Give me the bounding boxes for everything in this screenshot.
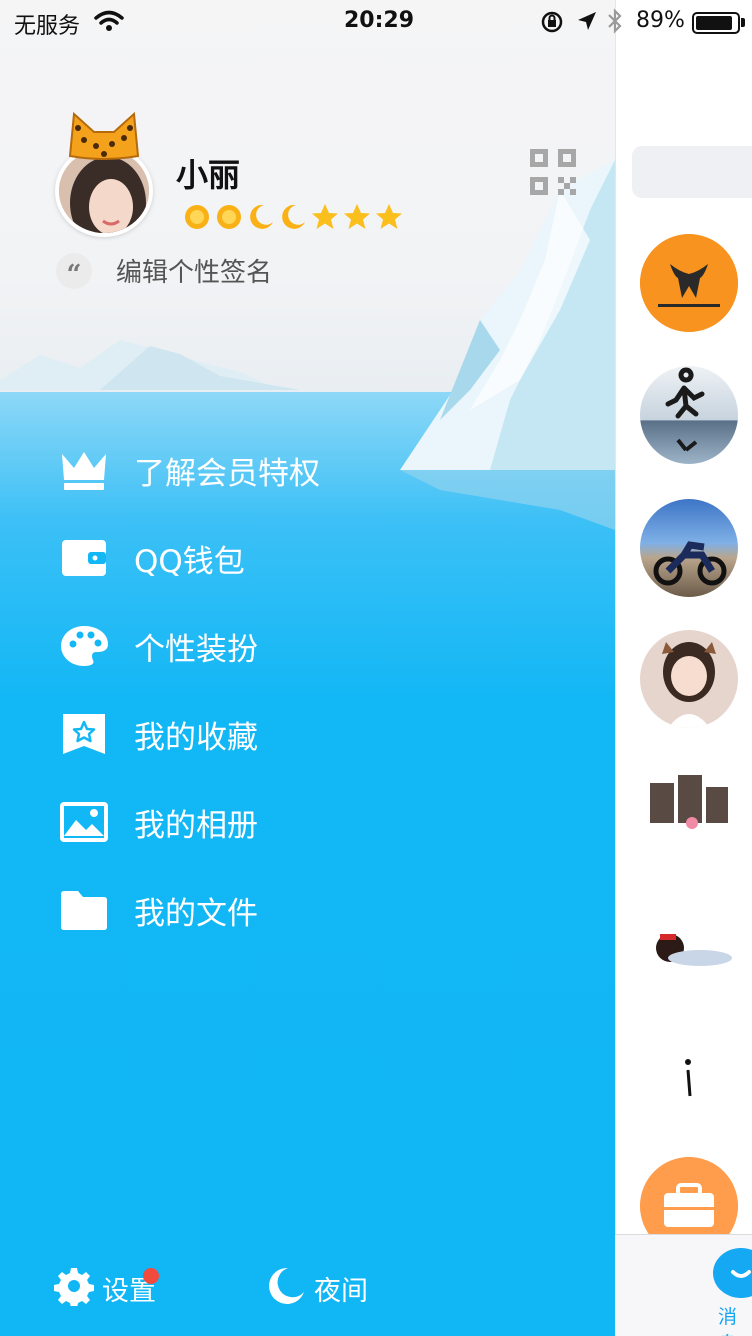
sun-icon [217, 205, 241, 229]
username[interactable]: 小丽 [176, 150, 240, 196]
wallet-icon [62, 540, 106, 576]
menu-label: 个性装扮 [134, 632, 258, 668]
cat-ears-decoration-icon [68, 111, 140, 160]
motorcycle-photo-icon [653, 541, 727, 586]
star-icon [376, 204, 402, 229]
menu-label: 了解会员特权 [134, 456, 320, 492]
photo-icon [60, 802, 108, 842]
menu-label: 我的相册 [134, 808, 258, 844]
quote-icon: “ [56, 253, 92, 290]
anime-sticker-icon [656, 934, 732, 966]
search-bar[interactable] [632, 146, 752, 198]
star-icon [344, 204, 370, 229]
battery-fill [696, 16, 732, 30]
battery-tip [741, 18, 745, 27]
location-arrow-icon [578, 12, 596, 30]
moon-icon [250, 204, 273, 229]
contact-avatar[interactable] [640, 630, 738, 728]
newdesign-logo-icon [640, 234, 738, 332]
palette-icon [61, 626, 108, 666]
menu-label: 我的收藏 [134, 720, 258, 756]
calligraphy-logo-icon [650, 775, 728, 829]
bluetooth-icon [608, 8, 622, 34]
battery-percent: 89% [636, 8, 685, 33]
gear-icon [54, 1268, 94, 1306]
menu-item-themes[interactable]: 个性装扮 [0, 604, 615, 684]
menu-item-vip[interactable]: 了解会员特权 [0, 428, 615, 508]
sun-icon [185, 205, 209, 229]
star-icon [312, 204, 338, 229]
menu-item-favorites[interactable]: 我的收藏 [0, 692, 615, 772]
contact-avatar[interactable] [640, 763, 738, 861]
carrier-text: 无服务 [14, 14, 81, 39]
menu-item-files[interactable]: 我的文件 [0, 868, 615, 948]
menu-item-album[interactable]: 我的相册 [0, 780, 615, 860]
bookmark-star-icon [63, 714, 105, 754]
contact-avatar[interactable] [640, 234, 738, 332]
night-mode-button[interactable]: 夜间 [266, 1262, 386, 1310]
notification-dot [143, 1268, 159, 1284]
crown-icon [62, 452, 106, 490]
menu-label: QQ钱包 [134, 544, 245, 580]
qq-level-badges[interactable] [182, 202, 404, 232]
night-mode-label: 夜间 [314, 1276, 368, 1307]
battery-icon [692, 12, 740, 34]
chat-bubble-icon [731, 1270, 751, 1278]
qr-code-icon[interactable] [528, 147, 578, 197]
moon-icon [282, 204, 305, 229]
contact-avatar[interactable] [640, 896, 738, 994]
rotation-lock-icon [541, 11, 563, 33]
status-bar: 无服务 20:29 89% [0, 0, 752, 44]
menu-label: 我的文件 [134, 896, 258, 932]
contact-avatar[interactable] [640, 366, 738, 464]
exclamation-avatar-icon [685, 1059, 692, 1097]
tab-messages[interactable]: 消息 [718, 1302, 752, 1336]
clock: 20:29 [344, 8, 415, 33]
signature-edit[interactable]: 编辑个性签名 [116, 252, 272, 289]
girl-photo-icon [662, 642, 716, 728]
wifi-icon [94, 10, 124, 31]
contact-avatar[interactable] [640, 1028, 738, 1126]
folder-icon [61, 891, 107, 930]
runner-photo-icon [665, 367, 705, 452]
message-tab-icon[interactable] [713, 1248, 752, 1298]
moon-icon [269, 1267, 304, 1304]
contact-avatar[interactable] [640, 499, 738, 597]
side-drawer: 小丽 “ 编辑个性签名 了解会员特权 QQ钱包 个性装扮 我的收藏 我的相册 我… [0, 0, 615, 1336]
menu-item-wallet[interactable]: QQ钱包 [0, 516, 615, 596]
